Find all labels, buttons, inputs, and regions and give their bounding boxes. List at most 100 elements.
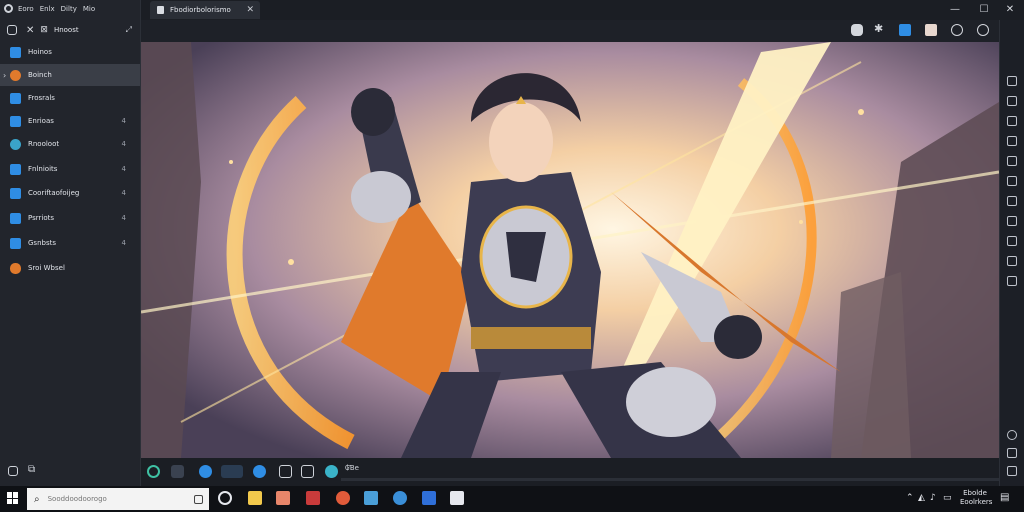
chrome-icon[interactable] <box>336 491 350 505</box>
sidebar-item-label: Gsnbsts <box>28 239 56 247</box>
tools-icon <box>10 92 21 104</box>
sidebar-item-recent[interactable]: Rnooloot 4 <box>0 133 140 155</box>
export-icon[interactable] <box>1007 256 1017 266</box>
settings-icon[interactable] <box>1007 276 1017 286</box>
minimize-button[interactable]: — <box>940 0 970 18</box>
close-box-icon[interactable] <box>1007 136 1017 146</box>
avatar-icon <box>10 69 21 81</box>
sidebar-item-favorites[interactable]: Frosrals <box>0 87 140 109</box>
sidebar-item-files[interactable]: Fnlnioits 4 <box>0 158 140 180</box>
pin-icon[interactable]: ⤢ <box>126 25 132 35</box>
screen-icon <box>10 187 21 199</box>
copilot-icon[interactable] <box>194 494 203 504</box>
window-icon <box>10 163 21 175</box>
image-icon[interactable] <box>1007 236 1017 246</box>
shield-icon[interactable] <box>279 465 292 478</box>
tab-active[interactable]: Fbodiorbolorismo ✕ <box>150 1 260 19</box>
link-icon[interactable]: ⧉ <box>28 464 35 475</box>
viewer-toolbar: ✱ <box>141 20 999 42</box>
menu-item-edit[interactable]: Enlx <box>40 5 55 13</box>
windows-logo-icon[interactable] <box>7 492 19 504</box>
sidebar-item-label: Frosrals <box>28 94 55 102</box>
image-canvas[interactable] <box>141 42 999 458</box>
comment-icon[interactable] <box>851 24 863 36</box>
notification-icon[interactable]: ▤ <box>1000 492 1009 503</box>
task-view-icon[interactable] <box>218 491 232 505</box>
sidebar-item-gallery[interactable]: Gsnbsts 4 <box>0 232 140 254</box>
item-count: 4 <box>121 140 126 148</box>
help-icon[interactable] <box>1007 448 1017 458</box>
adjust-icon[interactable] <box>1007 116 1017 126</box>
chat-icon[interactable] <box>8 466 18 478</box>
text-icon[interactable] <box>1007 196 1017 206</box>
brush-icon[interactable] <box>147 465 160 478</box>
item-count: 4 <box>121 189 126 197</box>
filter-icon[interactable] <box>1007 176 1017 186</box>
sidebar-item-special[interactable]: Sroi Wbsel <box>0 257 140 279</box>
search-icon: ⌕ <box>34 493 40 505</box>
item-count: 4 <box>121 239 126 247</box>
grid-icon[interactable]: ⊠ <box>40 25 48 35</box>
photos-icon[interactable] <box>276 491 290 505</box>
puzzle-icon[interactable]: ✱ <box>874 22 886 35</box>
crop-icon[interactable] <box>1007 96 1017 106</box>
show-hidden-icons[interactable]: ⌃ <box>906 493 914 503</box>
cloud-icon[interactable] <box>325 465 338 478</box>
chat-app-icon[interactable] <box>450 491 464 505</box>
window-icon[interactable] <box>301 465 314 478</box>
chat-bubble-icon[interactable] <box>1007 466 1017 476</box>
circle-icon[interactable] <box>7 25 17 35</box>
gallery-icon[interactable] <box>364 491 378 505</box>
taskbar-search[interactable]: ⌕ <box>27 488 209 510</box>
info-icon[interactable] <box>1007 430 1017 440</box>
film-icon[interactable] <box>221 465 243 478</box>
tab-close-icon[interactable]: ✕ <box>246 5 254 15</box>
layers-icon[interactable] <box>1007 76 1017 86</box>
sidebar-item-label: Psrriots <box>28 214 54 222</box>
grid-icon[interactable] <box>1007 216 1017 226</box>
edge-icon[interactable] <box>199 465 212 478</box>
globe-icon <box>10 138 21 150</box>
menu-item-file[interactable]: Eoro <box>18 5 34 13</box>
edge-icon[interactable] <box>393 491 407 505</box>
sidebar-item-label: Cooriftaofoijeg <box>28 189 80 197</box>
sidebar-item-label: Sroi Wbsel <box>28 264 65 272</box>
office-icon[interactable] <box>306 491 320 505</box>
tab-title: Fbodiorbolorismo <box>170 6 231 14</box>
sidebar-toolbar: ✕ ⊠ Hnoost ⤢ <box>0 20 140 40</box>
sidebar-item-selected[interactable]: › Boinch <box>0 64 140 86</box>
sidebar-header: Hnoost <box>53 26 79 34</box>
tray-clock[interactable]: Ebolde Eoolrkers <box>960 489 992 507</box>
item-count: 4 <box>121 117 126 125</box>
network-icon[interactable]: ◭ <box>918 493 925 503</box>
folder-icon <box>10 46 21 58</box>
menu-bar: Eoro Enlx Dilty Mio <box>0 0 140 17</box>
store-icon[interactable] <box>422 491 436 505</box>
edit-icon[interactable] <box>171 465 184 478</box>
sidebar-item-label: Enrioas <box>28 117 54 125</box>
document-icon <box>157 6 164 14</box>
shuffle-icon[interactable]: ✕ <box>26 25 34 36</box>
menu-item-help[interactable]: Mio <box>83 5 95 13</box>
volume-icon[interactable]: ♪ <box>930 493 936 503</box>
file-explorer-icon[interactable] <box>248 491 262 505</box>
camera-icon[interactable] <box>1007 156 1017 166</box>
bookmark-icon[interactable] <box>951 24 963 36</box>
chevron-right-icon: › <box>3 70 7 80</box>
globe-icon[interactable] <box>253 465 266 478</box>
sidebar-item-label: Fnlnioits <box>28 165 58 173</box>
menu-item-view[interactable]: Dilty <box>61 5 77 13</box>
share-icon[interactable] <box>899 24 911 36</box>
close-button[interactable]: ✕ <box>995 0 1024 18</box>
tray-time: Ebolde <box>963 489 987 497</box>
sidebar-item-config[interactable]: Cooriftaofoijeg 4 <box>0 182 140 204</box>
sidebar-item-label: Hoinos <box>28 48 52 56</box>
sidebar-item-projects[interactable]: Psrriots 4 <box>0 207 140 229</box>
sidebar-item-home[interactable]: Hoinos <box>0 41 140 63</box>
sidebar-item-entries[interactable]: Enrioas 4 <box>0 110 140 132</box>
battery-icon[interactable]: ▭ <box>943 493 952 503</box>
profile-icon[interactable] <box>977 24 989 36</box>
item-count: 4 <box>121 165 126 173</box>
calendar-icon[interactable] <box>925 24 937 36</box>
search-input[interactable] <box>45 494 190 504</box>
